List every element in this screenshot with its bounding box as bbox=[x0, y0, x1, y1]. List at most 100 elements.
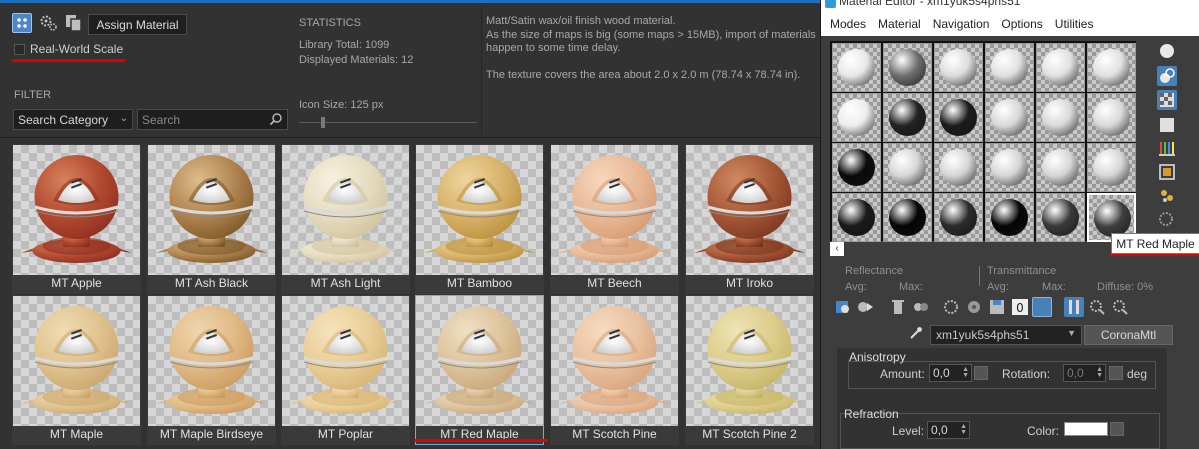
material-sample-slot[interactable] bbox=[832, 193, 881, 242]
spinner-arrows-icon[interactable]: ▲ ▼ bbox=[962, 366, 969, 379]
show-shaded-material-icon[interactable] bbox=[1032, 297, 1052, 317]
chevron-down-icon: ⌄ bbox=[119, 113, 128, 124]
material-sample-slot[interactable] bbox=[985, 193, 1034, 242]
put-to-scene-icon[interactable] bbox=[855, 297, 875, 317]
material-sample-slot[interactable] bbox=[985, 43, 1034, 92]
reset-map-icon[interactable] bbox=[888, 297, 908, 317]
material-sample-slot[interactable] bbox=[832, 43, 881, 92]
material-sample-slot[interactable] bbox=[934, 143, 983, 192]
divider bbox=[481, 7, 482, 135]
sample-type-sphere-icon[interactable] bbox=[1157, 41, 1177, 61]
spinner-arrows-icon[interactable]: ▲ ▼ bbox=[1096, 366, 1103, 379]
material-tile[interactable]: MT Scotch Pine bbox=[550, 295, 679, 445]
material-preview bbox=[13, 296, 140, 426]
material-sample-slot[interactable] bbox=[1087, 43, 1136, 92]
sample-sphere bbox=[991, 199, 1028, 236]
backlight-icon[interactable] bbox=[1157, 66, 1177, 86]
menu-utilities[interactable]: Utilities bbox=[1055, 17, 1094, 31]
material-sample-slot[interactable] bbox=[883, 193, 932, 242]
material-options-icon[interactable] bbox=[1157, 186, 1177, 206]
anisotropy-amount-map-button[interactable] bbox=[974, 366, 988, 380]
material-tile[interactable]: MT Beech bbox=[550, 144, 679, 294]
material-preview bbox=[282, 145, 409, 275]
material-tile[interactable]: MT Red Maple bbox=[415, 295, 544, 445]
material-sample-slot[interactable] bbox=[1087, 143, 1136, 192]
background-checker-icon[interactable] bbox=[1157, 90, 1177, 110]
put-to-library-icon[interactable] bbox=[941, 297, 961, 317]
editor-title: Material Editor - xm1yuk5s4phs51 bbox=[839, 0, 1021, 8]
material-sample-slot[interactable] bbox=[1036, 193, 1085, 242]
eyedropper-icon[interactable] bbox=[909, 326, 923, 340]
menu-navigation[interactable]: Navigation bbox=[933, 17, 990, 31]
settings-icon[interactable] bbox=[39, 13, 59, 33]
material-sample-slot[interactable] bbox=[1036, 143, 1085, 192]
material-sample-slot[interactable] bbox=[1036, 93, 1085, 142]
search-input[interactable]: Search bbox=[137, 109, 288, 130]
menu-material[interactable]: Material bbox=[878, 17, 921, 31]
material-tile[interactable]: MT Ash Black bbox=[147, 144, 276, 294]
go-forward-to-sibling-icon[interactable] bbox=[1110, 297, 1130, 317]
material-name-label: MT Scotch Pine 2 bbox=[702, 427, 797, 441]
icon-size-label: Icon Size: 125 px bbox=[299, 99, 384, 111]
material-name-label: MT Scotch Pine bbox=[572, 427, 657, 441]
material-tile[interactable]: MT Maple Birdseye bbox=[147, 295, 276, 445]
select-by-material-icon[interactable] bbox=[1157, 210, 1177, 230]
anisotropy-amount-spinner[interactable]: 0,0 ▲ ▼ bbox=[929, 364, 972, 382]
icon-size-slider-handle[interactable] bbox=[321, 117, 325, 128]
material-sample-slot[interactable] bbox=[883, 143, 932, 192]
make-preview-icon[interactable] bbox=[1157, 162, 1177, 182]
go-to-parent-icon[interactable] bbox=[1087, 297, 1107, 317]
anisotropy-rotation-map-button[interactable] bbox=[1109, 366, 1123, 380]
spinner-arrows-icon[interactable]: ▲ ▼ bbox=[960, 423, 967, 436]
material-tile[interactable]: MT Apple bbox=[12, 144, 141, 294]
material-id-icon[interactable] bbox=[964, 297, 984, 317]
material-name-label: MT Iroko bbox=[725, 276, 774, 290]
refraction-color-swatch[interactable] bbox=[1064, 422, 1108, 436]
thumbnail-view-icon[interactable] bbox=[12, 13, 32, 33]
material-sample-slot[interactable] bbox=[832, 93, 881, 142]
save-icon[interactable] bbox=[987, 297, 1007, 317]
search-category-dropdown[interactable]: Search Category ⌄ bbox=[13, 109, 133, 130]
material-sample-slot[interactable] bbox=[1036, 43, 1085, 92]
scroll-left-icon[interactable]: ‹ bbox=[830, 242, 844, 256]
sample-sphere bbox=[1042, 99, 1079, 136]
material-sample-slot[interactable] bbox=[883, 43, 932, 92]
material-sample-slot[interactable] bbox=[934, 93, 983, 142]
material-sample-slot[interactable] bbox=[832, 143, 881, 192]
sample-sphere bbox=[889, 99, 926, 136]
material-tile[interactable]: MT Bamboo bbox=[415, 144, 544, 294]
material-sample-slot[interactable] bbox=[985, 93, 1034, 142]
show-end-result-icon[interactable] bbox=[1064, 297, 1084, 317]
copy-icon[interactable] bbox=[64, 13, 84, 33]
real-world-scale-checkbox[interactable] bbox=[14, 44, 25, 55]
uv-tiling-icon[interactable] bbox=[1157, 115, 1177, 135]
material-sample-slot[interactable] bbox=[1087, 93, 1136, 142]
search-icon[interactable] bbox=[269, 112, 283, 126]
material-tile[interactable]: MT Maple bbox=[12, 295, 141, 445]
icon-size-slider-track[interactable] bbox=[299, 122, 477, 123]
refraction-level-spinner[interactable]: 0,0 ▲ ▼ bbox=[927, 421, 970, 439]
material-sample-slot[interactable] bbox=[934, 43, 983, 92]
material-name-field[interactable]: xm1yuk5s4phs51 ▼ bbox=[930, 325, 1082, 345]
get-material-icon[interactable] bbox=[833, 297, 853, 317]
material-tile[interactable]: MT Ash Light bbox=[281, 144, 410, 294]
material-type-button[interactable]: CoronaMtl bbox=[1084, 325, 1173, 345]
search-category-value: Search Category bbox=[18, 113, 109, 127]
material-sample-slot[interactable] bbox=[883, 93, 932, 142]
material-tile[interactable]: MT Iroko bbox=[685, 144, 814, 294]
assign-material-button[interactable]: Assign Material bbox=[88, 14, 187, 35]
make-unique-icon[interactable] bbox=[911, 297, 931, 317]
material-tile[interactable]: MT Poplar bbox=[281, 295, 410, 445]
sample-sphere bbox=[940, 99, 977, 136]
video-color-check-icon[interactable] bbox=[1157, 139, 1177, 159]
anisotropy-rotation-unit: deg bbox=[1127, 367, 1148, 381]
material-sample-slot[interactable] bbox=[934, 193, 983, 242]
menu-options[interactable]: Options bbox=[1001, 17, 1042, 31]
anisotropy-rotation-spinner[interactable]: 0,0 ▲ ▼ bbox=[1063, 364, 1106, 382]
sample-sphere bbox=[940, 49, 977, 86]
material-effect-channel-icon[interactable]: 0 bbox=[1010, 297, 1030, 317]
refraction-color-map-button[interactable] bbox=[1110, 422, 1124, 436]
menu-modes[interactable]: Modes bbox=[830, 17, 866, 31]
material-tile[interactable]: MT Scotch Pine 2 bbox=[685, 295, 814, 445]
material-sample-slot[interactable] bbox=[985, 143, 1034, 192]
